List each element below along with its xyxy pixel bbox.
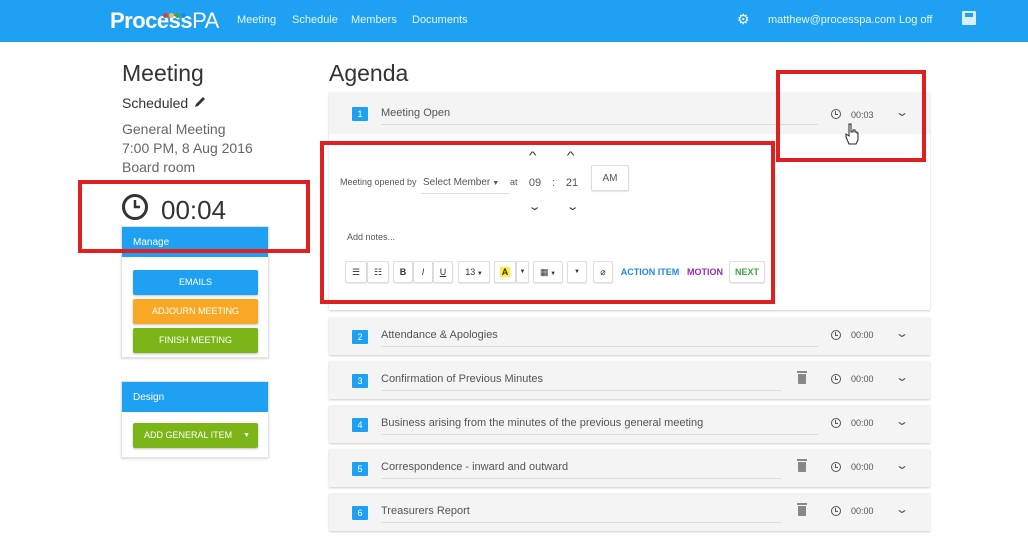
chevron-down-icon[interactable]: ⌄ [895,414,909,428]
user-email[interactable]: matthew@processpa.com [768,14,895,26]
nav-members[interactable]: Members [351,14,397,26]
item-time: 00:00 [851,462,874,472]
agenda-item-2[interactable]: 2 Attendance & Apologies 00:00 ⌄ [329,317,930,355]
brand-suffix: PA [192,8,219,33]
caret-down-icon: ▼ [243,432,250,439]
meeting-heading: Meeting [122,60,204,86]
agenda-item-4[interactable]: 4 Business arising from the minutes of t… [329,405,930,443]
nav-meeting[interactable]: Meeting [237,14,276,26]
agenda-item-6[interactable]: 6 Treasurers Report 00:00 ⌄ [329,493,930,531]
item-number: 3 [352,374,368,388]
annotation-box-item-time [776,70,926,162]
brand-dots [163,5,187,23]
item-time: 00:00 [851,418,874,428]
adjourn-meeting-button[interactable]: ADJOURN MEETING [133,299,258,324]
chevron-down-icon[interactable]: ⌄ [895,370,909,384]
meeting-location: Board room [122,159,196,175]
chevron-down-icon[interactable]: ⌄ [895,326,909,340]
item-time: 00:00 [851,374,874,384]
agenda-heading: Agenda [329,60,409,86]
trash-icon[interactable] [797,371,807,384]
design-panel-title: Design [122,382,268,412]
agenda-item-3[interactable]: 3 Confirmation of Previous Minutes 00:00… [329,361,930,399]
clock-icon [831,374,841,384]
item-title[interactable]: Meeting Open [381,107,818,125]
item-title[interactable]: Business arising from the minutes of the… [381,417,818,435]
add-general-item-button[interactable]: ADD GENERAL ITEM ▼ [133,423,258,448]
item-number: 2 [352,330,368,344]
nav-documents[interactable]: Documents [412,14,468,26]
top-navbar: ProcessPA Meeting Schedule Members Docum… [0,0,1028,42]
clock-icon [831,462,841,472]
hand-cursor-icon [845,123,859,145]
item-time: 00:00 [851,506,874,516]
finish-meeting-button[interactable]: FINISH MEETING [133,328,258,353]
trash-icon[interactable] [797,459,807,472]
item-number: 5 [352,462,368,476]
emails-button[interactable]: EMAILS [133,270,258,295]
item-title[interactable]: Correspondence - inward and outward [381,461,781,479]
design-panel: Design ADD GENERAL ITEM ▼ [121,381,269,458]
edit-pencil-icon[interactable] [193,95,207,109]
clock-icon [831,330,841,340]
chevron-down-icon[interactable]: ⌄ [895,502,909,516]
item-title[interactable]: Treasurers Report [381,505,781,523]
clock-icon [831,506,841,516]
annotation-box-timer [78,180,310,253]
save-icon[interactable] [962,11,976,25]
meeting-status: Scheduled [122,95,189,111]
add-general-item-label: ADD GENERAL ITEM [144,430,233,440]
chevron-down-icon[interactable]: ⌄ [895,458,909,472]
item-number: 1 [352,107,368,121]
meeting-type: General Meeting [122,121,226,137]
nav-schedule[interactable]: Schedule [292,14,338,26]
item-time: 00:00 [851,330,874,340]
item-title[interactable]: Confirmation of Previous Minutes [381,373,781,391]
meeting-datetime: 7:00 PM, 8 Aug 2016 [122,140,253,156]
logoff-link[interactable]: Log off [899,14,932,26]
item-number: 4 [352,418,368,432]
settings-gear-icon[interactable]: ⚙ [737,11,750,28]
trash-icon[interactable] [797,503,807,516]
annotation-box-editor [320,141,775,304]
item-title[interactable]: Attendance & Apologies [381,329,818,347]
clock-icon [831,418,841,428]
agenda-item-5[interactable]: 5 Correspondence - inward and outward 00… [329,449,930,487]
item-number: 6 [352,506,368,520]
